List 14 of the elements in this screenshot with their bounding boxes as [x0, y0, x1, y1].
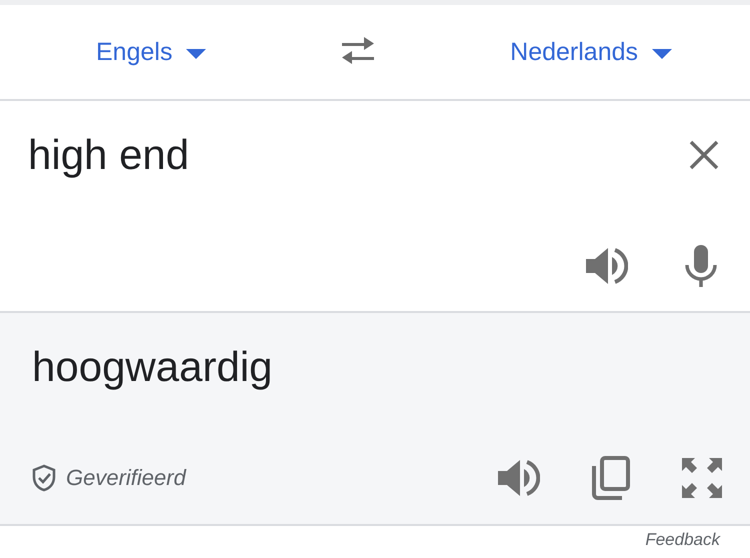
caret-icon [652, 49, 672, 59]
target-language-button[interactable]: Nederlands [510, 38, 672, 66]
microphone-icon[interactable] [684, 245, 718, 287]
feedback-link[interactable]: Feedback [645, 530, 720, 550]
input-field[interactable]: high end [28, 131, 528, 179]
translation-text: hoogwaardig [32, 343, 274, 391]
verified-label: Geverifieerd [66, 465, 186, 491]
speaker-icon[interactable] [498, 459, 540, 497]
close-icon[interactable] [688, 139, 720, 171]
speaker-icon[interactable] [586, 247, 628, 285]
fullscreen-icon[interactable] [682, 458, 722, 498]
caret-icon [186, 49, 206, 59]
source-language-button[interactable]: Engels [96, 38, 206, 66]
copy-icon[interactable] [592, 456, 630, 500]
